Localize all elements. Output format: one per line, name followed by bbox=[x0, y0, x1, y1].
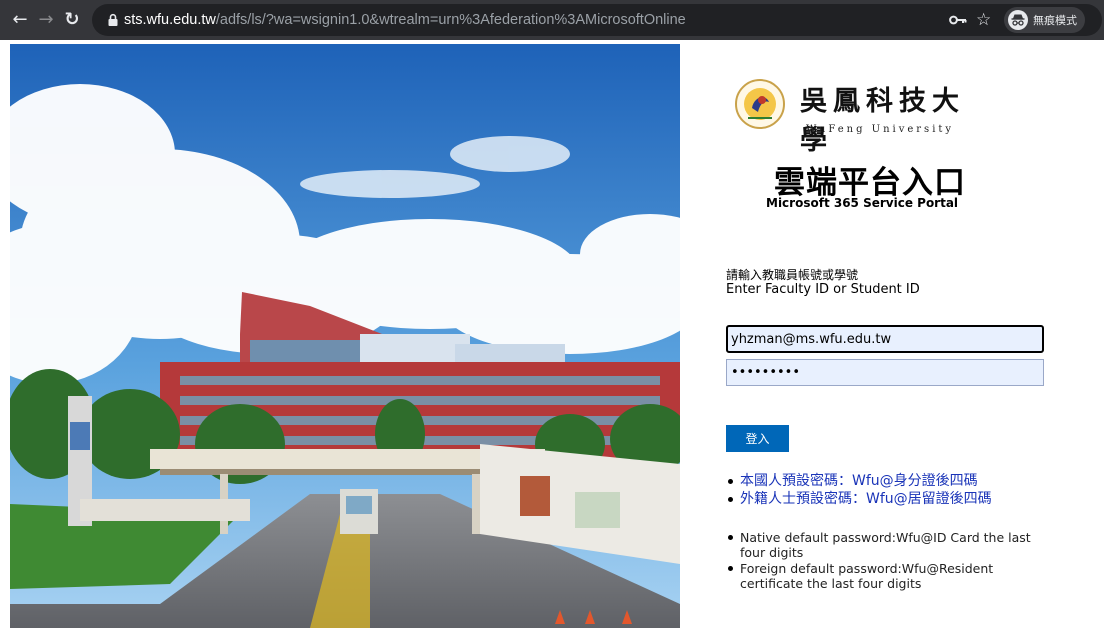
university-name-cn: 吳鳳科技大學 bbox=[800, 86, 965, 156]
login-page: 吳鳳科技大學 WuFeng University 雲端平台入口 Microsof… bbox=[0, 40, 1104, 628]
back-arrow-icon[interactable]: ← bbox=[8, 8, 32, 32]
url-host: sts.wfu.edu.tw bbox=[124, 12, 216, 28]
reload-icon[interactable]: ↻ bbox=[60, 8, 84, 32]
university-name-en: WuFeng University bbox=[806, 124, 955, 135]
key-icon[interactable] bbox=[949, 13, 967, 27]
signin-button[interactable]: 登入 bbox=[726, 425, 789, 452]
url-text[interactable]: sts.wfu.edu.tw/adfs/ls/?wa=wsignin1.0&wt… bbox=[124, 4, 686, 36]
url-path: /adfs/ls/?wa=wsignin1.0&wtrealm=urn%3Afe… bbox=[215, 12, 686, 28]
browser-toolbar: ← → ↻ sts.wfu.edu.tw/adfs/ls/?wa=wsignin… bbox=[0, 0, 1104, 40]
list-item: 本國人預設密碼：Wfu@身分證後四碼 bbox=[726, 472, 992, 490]
incognito-indicator[interactable]: 無痕模式 bbox=[1004, 7, 1085, 33]
portal-subtitle: Microsoft 365 Service Portal bbox=[766, 196, 959, 210]
username-input[interactable] bbox=[726, 325, 1044, 353]
incognito-icon bbox=[1008, 10, 1028, 30]
forward-arrow-icon[interactable]: → bbox=[34, 8, 58, 32]
default-password-notes-en: Native default password:Wfu@ID Card the … bbox=[726, 530, 1056, 592]
list-item: Native default password:Wfu@ID Card the … bbox=[726, 530, 1056, 560]
default-password-notes-cn: 本國人預設密碼：Wfu@身分證後四碼 外籍人士預設密碼：Wfu@居留證後四碼 bbox=[726, 472, 992, 508]
university-emblem-icon bbox=[735, 79, 785, 129]
login-prompt-en: Enter Faculty ID or Student ID bbox=[726, 282, 920, 297]
list-item: Foreign default password:Wfu@Resident ce… bbox=[726, 561, 1056, 591]
lock-icon[interactable] bbox=[106, 13, 120, 27]
star-icon[interactable]: ☆ bbox=[976, 9, 991, 31]
login-panel: 吳鳳科技大學 WuFeng University 雲端平台入口 Microsof… bbox=[680, 40, 1104, 628]
incognito-label: 無痕模式 bbox=[1033, 14, 1077, 27]
campus-photo bbox=[10, 44, 680, 628]
login-prompt-cn: 請輸入教職員帳號或學號 bbox=[726, 268, 859, 282]
address-bar[interactable]: sts.wfu.edu.tw/adfs/ls/?wa=wsignin1.0&wt… bbox=[92, 4, 1102, 36]
password-input[interactable] bbox=[726, 359, 1044, 386]
list-item: 外籍人士預設密碼：Wfu@居留證後四碼 bbox=[726, 490, 992, 508]
